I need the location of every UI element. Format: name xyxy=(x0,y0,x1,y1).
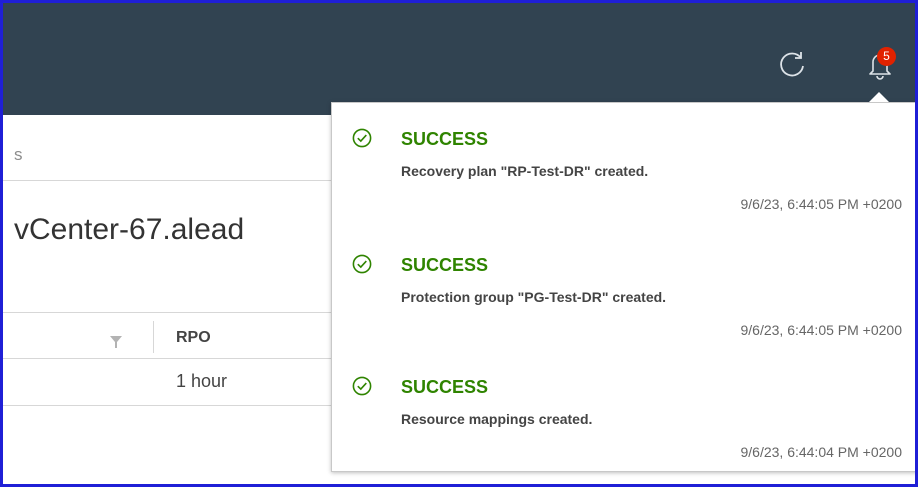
success-check-icon xyxy=(352,254,372,274)
notification-status: SUCCESS xyxy=(401,129,489,149)
notification-item[interactable]: SUCCESS Recovery plan "RP-Test-DR" creat… xyxy=(332,103,912,213)
panel-pointer xyxy=(869,92,889,102)
notification-timestamp: 9/6/23, 6:44:04 PM +0200 xyxy=(740,444,902,460)
table-header-divider xyxy=(3,358,343,359)
notification-message: Recovery plan "RP-Test-DR" created. xyxy=(401,163,649,179)
refresh-icon xyxy=(780,52,804,77)
top-header: 5 xyxy=(3,3,915,115)
column-header-rpo[interactable]: RPO xyxy=(176,329,211,347)
column-separator xyxy=(153,321,154,353)
header-divider xyxy=(3,180,343,181)
notification-count-badge: 5 xyxy=(877,47,896,66)
refresh-button[interactable] xyxy=(775,47,809,81)
filter-icon[interactable] xyxy=(109,335,123,349)
notification-timestamp: 9/6/23, 6:44:05 PM +0200 xyxy=(740,322,902,338)
page-title: vCenter-67.alead xyxy=(14,213,245,246)
notification-timestamp: 9/6/23, 6:44:05 PM +0200 xyxy=(740,196,902,212)
success-check-icon xyxy=(352,128,372,148)
notification-message: Protection group "PG-Test-DR" created. xyxy=(401,289,667,305)
notification-item[interactable]: SUCCESS Resource mappings created. 9/6/2… xyxy=(332,351,912,461)
notification-status: SUCCESS xyxy=(401,255,489,275)
table-cell-rpo: 1 hour xyxy=(176,371,228,391)
notifications-panel: SUCCESS Recovery plan "RP-Test-DR" creat… xyxy=(331,102,915,472)
success-check-icon xyxy=(352,376,372,396)
notifications-button[interactable]: 5 xyxy=(861,43,901,83)
notification-item[interactable]: SUCCESS Protection group "PG-Test-DR" cr… xyxy=(332,229,912,339)
table-row-divider xyxy=(3,405,343,406)
notification-message: Resource mappings created. xyxy=(401,411,593,427)
breadcrumb[interactable]: s xyxy=(14,145,23,165)
notification-status: SUCCESS xyxy=(401,377,489,397)
table-top-border xyxy=(3,312,343,313)
app-window: 5 s vCenter-67.alead RPO 1 hour SUCCESS … xyxy=(0,0,918,487)
